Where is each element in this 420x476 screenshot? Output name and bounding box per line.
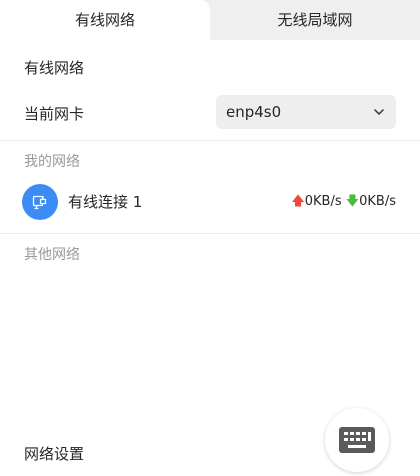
tab-wired[interactable]: 有线网络 <box>0 0 210 40</box>
download-speed: 0KB/s <box>359 194 396 209</box>
connection-speed: 🡅0KB/s 🡇0KB/s <box>291 181 396 223</box>
keyboard-icon <box>339 427 375 453</box>
tab-wireless[interactable]: 无线局域网 <box>210 0 420 40</box>
divider <box>0 233 420 234</box>
other-networks-title: 其他网络 <box>24 247 80 263</box>
network-settings-link[interactable]: 网络设置 <box>24 443 84 464</box>
connection-item[interactable]: 有线连接 1 🡅0KB/s 🡇0KB/s <box>0 181 420 223</box>
nic-select[interactable]: enp4s0 <box>216 95 396 129</box>
keyboard-button[interactable] <box>325 408 389 472</box>
my-networks-title: 我的网络 <box>24 154 80 170</box>
upload-arrow-icon: 🡅 <box>291 194 305 209</box>
upload-speed: 0KB/s <box>304 194 342 209</box>
wired-section-title: 有线网络 <box>24 59 85 77</box>
download-arrow-icon: 🡇 <box>345 194 360 209</box>
tab-bar: 有线网络 无线局域网 <box>0 0 420 40</box>
chevron-down-icon <box>374 109 384 115</box>
ethernet-connection-icon <box>22 184 58 220</box>
network-panel: 有线网络 无线局域网 有线网络 当前网卡 enp4s0 我的网络 有线连接 1 … <box>0 0 420 476</box>
current-nic-label: 当前网卡 <box>24 105 85 123</box>
nic-select-value: enp4s0 <box>226 103 282 121</box>
divider <box>0 140 420 141</box>
connection-name: 有线连接 1 <box>68 193 143 211</box>
